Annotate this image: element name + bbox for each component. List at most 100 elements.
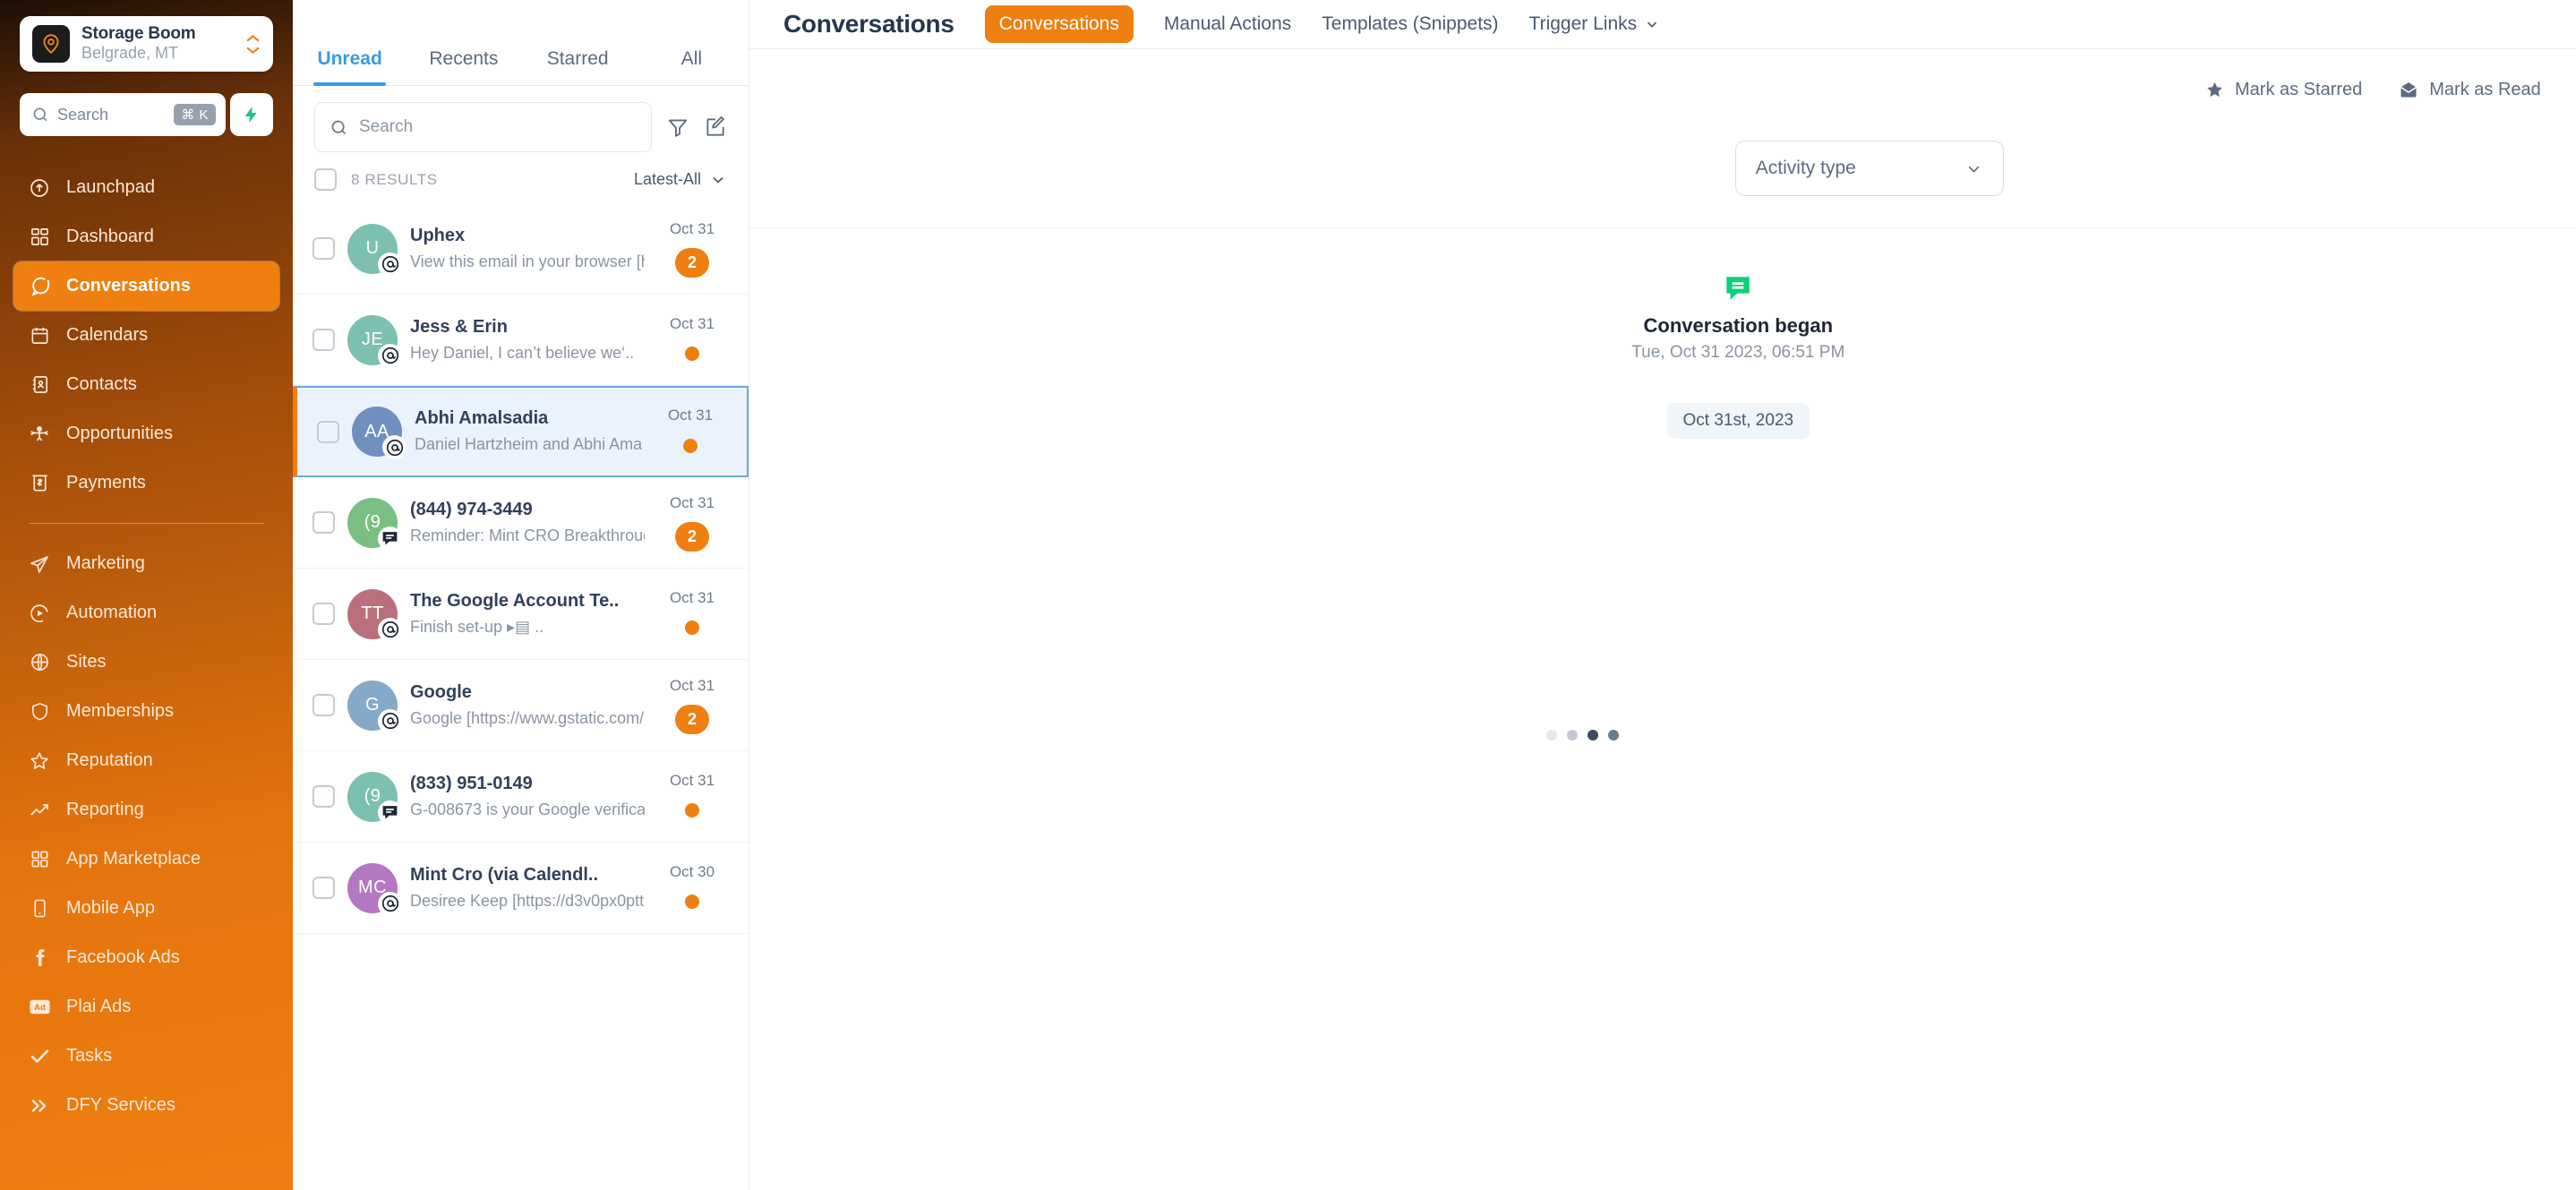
sidebar-item-conversations[interactable]: Conversations: [13, 261, 279, 311]
conversation-checkbox[interactable]: [312, 694, 335, 716]
conversation-preview: View this email in your browser [ht: [410, 252, 645, 270]
sidebar-item-opportunities[interactable]: Opportunities: [13, 409, 279, 458]
conversation-name: The Google Account Te..: [410, 590, 620, 611]
avatar: (9: [347, 771, 402, 825]
list-search-input[interactable]: Search: [314, 102, 652, 152]
avatar: TT: [347, 588, 402, 642]
sort-selector[interactable]: Latest-All: [634, 170, 727, 189]
conversation-list-item[interactable]: G Google Google [https://www.gstatic.com/i…: [293, 660, 749, 751]
sidebar-item-calendars[interactable]: Calendars: [13, 311, 279, 360]
compose-pencil-icon[interactable]: [704, 116, 727, 139]
list-results-row: 8 RESULTS Latest-All: [293, 165, 749, 203]
search-placeholder: Search: [57, 105, 109, 124]
conversation-checkbox[interactable]: [312, 785, 335, 808]
filter-funnel-icon[interactable]: [666, 116, 689, 139]
conversation-preview: Desiree Keep [https://d3v0px0pttie: [410, 891, 645, 910]
tab-conversations[interactable]: Conversations: [984, 5, 1134, 43]
conversation-checkbox[interactable]: [312, 603, 335, 625]
avatar: G: [347, 680, 402, 733]
bolt-icon: [244, 106, 257, 124]
sidebar-item-label: Plai Ads: [66, 997, 132, 1016]
conversation-meta: Oct 31: [657, 771, 727, 822]
conversation-meta: Oct 31 2: [657, 219, 727, 278]
conversation-text: The Google Account Te.. Finish set-up ▸▤ …: [410, 589, 645, 638]
envelope-open-icon: [2401, 82, 2418, 98]
sidebar-item-marketing[interactable]: Marketing: [13, 539, 279, 588]
mark-as-read-button[interactable]: Mark as Read: [2398, 79, 2541, 100]
conversation-list-item[interactable]: (9 (833) 951-0149 G-008673 is your Google …: [293, 751, 749, 843]
activity-filter-row: Activity type: [749, 130, 2576, 196]
sidebar-item-mobile-app[interactable]: Mobile App: [13, 884, 279, 933]
conversation-checkbox[interactable]: [312, 511, 335, 534]
conversation-checkbox[interactable]: [312, 877, 335, 899]
loading-dot: [1588, 730, 1598, 741]
chevron-updown-icon[interactable]: [245, 34, 261, 55]
conversation-date: Oct 31: [669, 677, 715, 695]
conversation-checkbox[interactable]: [312, 237, 335, 260]
tab-starred[interactable]: Starred: [521, 48, 635, 85]
sidebar-item-tasks[interactable]: Tasks: [13, 1032, 279, 1081]
star-icon: [2207, 81, 2222, 97]
sidebar-item-reporting[interactable]: Reporting: [13, 785, 279, 835]
avatar: (9: [347, 497, 402, 551]
conversation-list-item[interactable]: (9 (844) 974-3449 Reminder: Mint CRO Break…: [293, 477, 749, 569]
tab-unread[interactable]: Unread: [293, 48, 407, 86]
sidebar-item-app-marketplace[interactable]: App Marketplace: [13, 835, 279, 884]
sidebar-item-dashboard[interactable]: Dashboard: [13, 212, 279, 261]
conversation-list-column: Unread Recents Starred All Search 8 RESU…: [293, 0, 749, 1190]
tab-all[interactable]: All: [635, 48, 749, 85]
conversation-date: Oct 30: [669, 862, 715, 880]
conversation-list-item[interactable]: JE Jess & Erin Hey Daniel, I can’t believe…: [293, 295, 749, 386]
chevron-down-icon: [1647, 21, 1657, 28]
sidebar-item-plai-ads[interactable]: Ad Plai Ads: [13, 982, 279, 1032]
conversation-date: Oct 31: [667, 407, 714, 424]
conversation-checkbox[interactable]: [312, 329, 335, 351]
location-switcher[interactable]: Storage Boom Belgrade, MT: [20, 16, 273, 72]
location-pin-icon: [32, 25, 70, 63]
unread-dot-badge: [685, 621, 699, 636]
loading-indicator: [1546, 730, 1619, 741]
tab-recents[interactable]: Recents: [407, 48, 520, 85]
search-icon: [33, 107, 47, 122]
sidebar-item-payments[interactable]: Payments: [13, 458, 279, 508]
sms-channel-icon: [378, 800, 402, 825]
search-input[interactable]: Search ⌘ K: [20, 93, 226, 136]
trend-up-icon: [28, 799, 51, 822]
sidebar-item-contacts[interactable]: Contacts: [13, 360, 279, 409]
tab-trigger-links[interactable]: Trigger Links: [1529, 13, 1661, 35]
sidebar-item-reputation[interactable]: Reputation: [13, 736, 279, 785]
conversation-date: Oct 31: [669, 494, 715, 512]
activity-type-label: Activity type: [1755, 158, 1856, 178]
sidebar-item-sites[interactable]: Sites: [13, 638, 279, 687]
conversation-date: Oct 31: [669, 771, 715, 789]
sidebar-item-label: Sites: [66, 652, 107, 672]
main-panel: Conversations Conversations Manual Actio…: [749, 0, 2576, 1190]
sidebar-item-dfy-services[interactable]: DFY Services: [13, 1081, 279, 1130]
loading-dot: [1567, 730, 1578, 741]
conversation-checkbox[interactable]: [317, 420, 339, 443]
conversation-name: (833) 951-0149: [410, 773, 533, 793]
quick-actions-button[interactable]: [230, 93, 273, 136]
sidebar-item-facebook-ads[interactable]: Facebook Ads: [13, 933, 279, 982]
conversation-preview: Hey Daniel, I can’t believe we‘..: [410, 343, 635, 362]
conversation-list-item[interactable]: MC Mint Cro (via Calendl.. Desiree Keep [h…: [293, 843, 749, 934]
list-filter-tabs: Unread Recents Starred All: [293, 0, 749, 86]
sidebar-item-launchpad[interactable]: Launchpad: [13, 163, 279, 212]
conversation-list-item[interactable]: U Uphex View this email in your browser [h…: [293, 203, 749, 295]
tab-manual-actions[interactable]: Manual Actions: [1164, 13, 1291, 35]
sms-channel-icon: [378, 526, 402, 551]
sidebar-item-label: Calendars: [66, 325, 149, 345]
conversation-meta: Oct 31: [655, 406, 725, 457]
conversation-list-item[interactable]: AA Abhi Amalsadia Daniel Hartzheim and Abh…: [293, 386, 749, 477]
sidebar-item-memberships[interactable]: Memberships: [13, 687, 279, 736]
conversation-list-item[interactable]: TT The Google Account Te.. Finish set-up ▸…: [293, 569, 749, 660]
sidebar-item-automation[interactable]: Automation: [13, 588, 279, 638]
select-all-checkbox[interactable]: [314, 168, 337, 191]
conversation-preview: Daniel Hartzheim and Abhi Amalsą: [415, 435, 643, 454]
conversation-meta: Oct 31 2: [657, 493, 727, 552]
tab-templates-snippets[interactable]: Templates (Snippets): [1322, 13, 1498, 35]
conversation-date: Oct 31: [669, 220, 715, 238]
conversation-meta: Oct 31: [657, 588, 727, 639]
activity-type-select[interactable]: Activity type: [1734, 141, 2004, 196]
mark-as-starred-button[interactable]: Mark as Starred: [2204, 80, 2362, 100]
